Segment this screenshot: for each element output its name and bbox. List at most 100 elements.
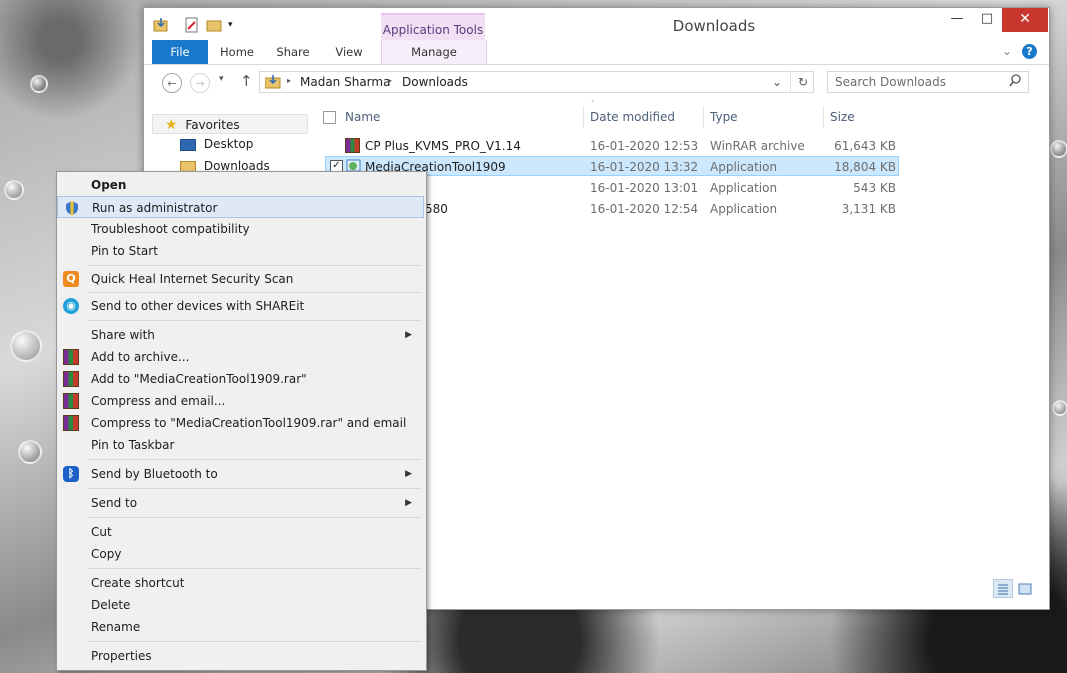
menu-item-delete[interactable]: Delete [57, 594, 424, 616]
file-row[interactable]: CP Plus_KVMS_PRO_V1.14 16-01-2020 12:53 … [325, 136, 899, 156]
large-icons-view-button[interactable] [1015, 579, 1035, 598]
menu-item-label: Quick Heal Internet Security Scan [91, 272, 294, 286]
file-date: 16-01-2020 12:53 [590, 139, 699, 153]
file-date: 16-01-2020 12:54 [590, 202, 699, 216]
tab-view[interactable]: View [324, 40, 374, 64]
menu-item-compress-to-rar-and-email[interactable]: Compress to "MediaCreationTool1909.rar" … [57, 412, 424, 434]
menu-item-run-as-administrator[interactable]: Run as administrator [57, 196, 424, 218]
chevron-down-icon[interactable]: ⌄ [1002, 44, 1012, 58]
file-type: Application [710, 160, 778, 174]
tab-home[interactable]: Home [212, 40, 262, 64]
file-name: 580 [425, 202, 448, 216]
menu-item-add-to-archive[interactable]: Add to archive... [57, 346, 424, 368]
menu-item-pin-to-start[interactable]: Pin to Start [57, 240, 424, 262]
shareit-icon: ◉ [63, 298, 79, 314]
background-drop [4, 180, 24, 200]
file-name: CP Plus_KVMS_PRO_V1.14 [365, 139, 521, 153]
menu-item-label: Pin to Start [91, 244, 158, 258]
quick-access-dropdown-icon[interactable]: ▾ [228, 17, 244, 33]
menu-item-properties[interactable]: Properties [57, 645, 424, 667]
menu-item-label: Run as administrator [92, 201, 218, 215]
up-arrow-icon[interactable]: ↑ [240, 72, 253, 90]
menu-item-open[interactable]: Open [57, 174, 424, 196]
tab-manage[interactable]: Manage [381, 40, 487, 64]
quick-heal-icon: Q [63, 271, 79, 287]
ribbon-tabs: File Home Share View Manage ⌄ ? [144, 40, 1049, 65]
breadcrumb-separator[interactable]: ▸ [388, 76, 392, 85]
file-date: 16-01-2020 13:01 [590, 181, 699, 195]
tab-share[interactable]: Share [268, 40, 318, 64]
back-button[interactable]: ← [162, 73, 182, 93]
nav-favorites[interactable]: ★ Favorites [152, 114, 308, 134]
menu-item-rename[interactable]: Rename [57, 616, 424, 638]
file-size: 18,804 KB [834, 160, 896, 174]
bluetooth-icon: ᛒ [63, 466, 79, 482]
forward-button[interactable]: → [190, 73, 210, 93]
shield-icon [64, 200, 80, 216]
menu-item-label: Send by Bluetooth to [91, 467, 218, 481]
nav-desktop[interactable]: Desktop [180, 134, 253, 154]
file-size: 543 KB [853, 181, 896, 195]
menu-item-label: Send to [91, 496, 138, 510]
background-drop [30, 75, 48, 93]
background-drop [1050, 140, 1067, 158]
menu-item-copy[interactable]: Copy [57, 543, 424, 565]
menu-item-label: Create shortcut [91, 576, 185, 590]
menu-separator [87, 459, 421, 460]
folder-down-icon [264, 75, 281, 92]
winrar-icon [63, 371, 79, 387]
maximize-button[interactable]: □ [972, 8, 1002, 32]
menu-item-compress-and-email[interactable]: Compress and email... [57, 390, 424, 412]
window-title: Downloads [672, 17, 756, 35]
menu-item-add-to-rar[interactable]: Add to "MediaCreationTool1909.rar" [57, 368, 424, 390]
menu-item-quick-heal-scan[interactable]: Q Quick Heal Internet Security Scan [57, 268, 424, 290]
column-name[interactable]: Name [339, 106, 583, 128]
select-all-checkbox[interactable] [323, 111, 336, 124]
menu-item-cut[interactable]: Cut [57, 521, 424, 543]
winrar-archive-icon [345, 138, 360, 153]
breadcrumb-separator[interactable]: ▸ [287, 76, 291, 85]
menu-item-shareit[interactable]: ◉ Send to other devices with SHAREit [57, 295, 424, 317]
refresh-button[interactable]: ↻ [790, 71, 815, 93]
menu-item-create-shortcut[interactable]: Create shortcut [57, 572, 424, 594]
breadcrumb-madan-sharma[interactable]: Madan Sharma [300, 75, 390, 89]
details-view-button[interactable] [993, 579, 1013, 598]
address-bar[interactable]: ▸ Madan Sharma ▸ Downloads ⌄ [259, 71, 814, 93]
recent-locations-icon[interactable]: ▾ [219, 74, 224, 84]
minimize-button[interactable]: — [942, 8, 972, 32]
title-bar: ▾ Application Tools Downloads — □ ✕ [144, 8, 1049, 42]
new-folder-icon[interactable] [206, 17, 222, 33]
column-type[interactable]: Type [703, 106, 823, 128]
context-menu: Open Run as administrator Troubleshoot c… [56, 171, 427, 671]
column-size[interactable]: Size [823, 106, 903, 128]
nav-desktop-label: Desktop [203, 137, 254, 151]
properties-icon[interactable] [184, 17, 200, 33]
menu-item-send-by-bluetooth[interactable]: ᛒ Send by Bluetooth to ▶ [57, 463, 424, 485]
address-dropdown-icon[interactable]: ⌄ [772, 75, 782, 89]
menu-item-send-to[interactable]: Send to ▶ [57, 492, 424, 514]
close-button[interactable]: ✕ [1002, 8, 1048, 32]
menu-item-troubleshoot-compatibility[interactable]: Troubleshoot compatibility [57, 218, 424, 240]
menu-separator [87, 292, 421, 293]
menu-item-label: Send to other devices with SHAREit [91, 299, 305, 313]
menu-separator [87, 488, 421, 489]
column-date-modified[interactable]: Date modified [583, 106, 703, 128]
search-icon [1009, 74, 1022, 90]
menu-item-label: Open [91, 178, 127, 192]
star-icon: ★ [165, 117, 178, 133]
submenu-arrow-icon: ▶ [405, 498, 412, 508]
search-input[interactable]: Search Downloads [827, 71, 1029, 93]
tab-file[interactable]: File [152, 40, 208, 64]
menu-item-label: Properties [91, 649, 152, 663]
menu-separator [87, 568, 421, 569]
folder-down-icon[interactable] [153, 17, 169, 33]
menu-item-label: Add to archive... [91, 350, 190, 364]
menu-item-pin-to-taskbar[interactable]: Pin to Taskbar [57, 434, 424, 456]
submenu-arrow-icon: ▶ [405, 469, 412, 479]
menu-item-share-with[interactable]: Share with ▶ [57, 324, 424, 346]
breadcrumb-downloads[interactable]: Downloads [402, 75, 468, 89]
menu-separator [87, 641, 421, 642]
file-size: 3,131 KB [841, 202, 896, 216]
help-icon[interactable]: ? [1022, 44, 1037, 59]
menu-separator [87, 517, 421, 518]
